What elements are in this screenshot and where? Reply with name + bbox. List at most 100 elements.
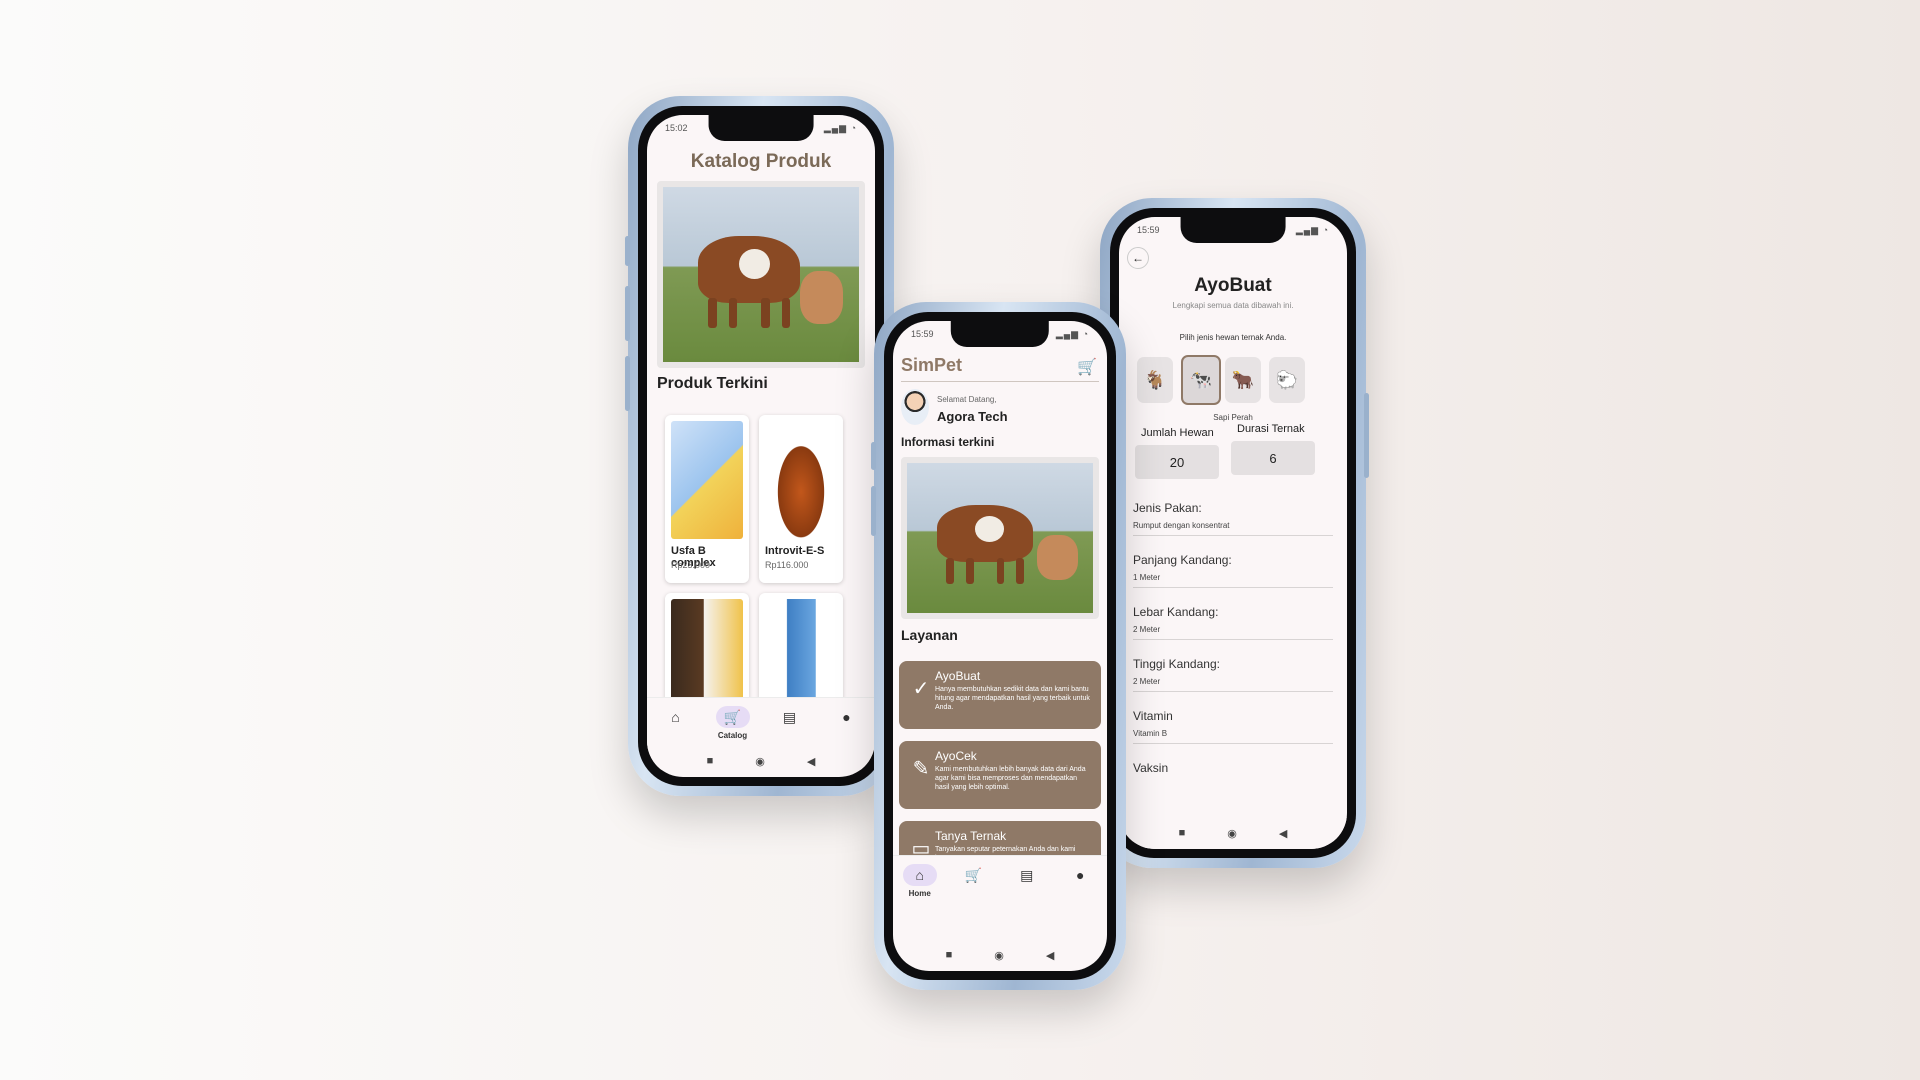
status-time: 15:59 (911, 329, 934, 339)
jumlah-hewan-input[interactable]: 20 (1135, 445, 1219, 479)
avatar (901, 389, 929, 425)
product-card[interactable] (665, 593, 749, 713)
service-desc: Hanya membutuhkan sedikit data dan kami … (935, 686, 1090, 711)
field-label: Tinggi Kandang: (1133, 657, 1220, 671)
nav-book[interactable]: ▤ (1002, 864, 1052, 886)
product-card[interactable] (759, 593, 843, 713)
durasi-label: Durasi Ternak (1237, 423, 1305, 435)
book-icon: ▤ (1020, 866, 1034, 883)
phone-catalog: 15:02 ▂▄▆ ◔ Katalog Produk Produk Terkin… (625, 96, 894, 796)
nav-home-label: Home (908, 889, 931, 898)
bezel: 15:02 ▂▄▆ ◔ Katalog Produk Produk Terkin… (638, 106, 884, 786)
cart-icon[interactable]: 🛒 (1077, 357, 1097, 377)
home-icon: ⌂ (902, 864, 937, 886)
service-card-ayobuat[interactable]: ✓ AyoBuat Hanya membutuhkan sedikit data… (899, 661, 1101, 729)
nav-home[interactable]: ⌂ (651, 706, 701, 728)
status-icons: ▂▄▆ ◔ (823, 122, 857, 133)
phone-home: 15:59 ▂▄▆ ◔ SimPet 🛒 Selamat Datang, Ago… (871, 302, 1126, 990)
nav-profile[interactable]: ● (1055, 864, 1105, 886)
nav-profile[interactable]: ● (822, 706, 872, 728)
calf-figure (800, 271, 844, 324)
service-title: Tanya Ternak (935, 829, 1007, 843)
back-arrow-icon[interactable]: ← (1127, 247, 1149, 269)
screen-catalog: 15:02 ▂▄▆ ◔ Katalog Produk Produk Terkin… (647, 115, 875, 777)
side-button (1364, 393, 1369, 478)
nav-catalog-label: Catalog (717, 731, 748, 740)
animal-option-goat[interactable]: 🐐 (1137, 357, 1173, 403)
bottom-nav: ⌂ Home 🛒 ▤ ● (893, 855, 1107, 930)
field-label: Panjang Kandang: (1133, 553, 1232, 567)
nav-catalog[interactable]: 🛒 (948, 864, 998, 886)
book-icon: ▤ (782, 708, 797, 725)
recents-icon[interactable]: ■ (707, 755, 714, 767)
product-price: Rp116.000 (765, 560, 809, 570)
notch (1180, 217, 1286, 243)
field-value[interactable]: 2 Meter (1133, 677, 1160, 686)
animal-option-cattle[interactable]: 🐂 (1225, 357, 1261, 403)
side-button (871, 442, 876, 470)
product-name: Introvit-E-S (765, 545, 825, 557)
status-time: 15:59 (1137, 225, 1160, 235)
badge-check-icon: ✓ (912, 678, 930, 700)
app-title: SimPet (901, 355, 963, 375)
services-title: Layanan (901, 627, 958, 643)
recents-icon[interactable]: ■ (946, 949, 953, 961)
product-image (765, 421, 837, 539)
system-nav: ■ ◉ ◀ (647, 745, 875, 777)
divider (1133, 535, 1333, 536)
home-circle-icon[interactable]: ◉ (755, 755, 765, 768)
page-title: Katalog Produk (690, 151, 832, 172)
nav-catalog[interactable]: 🛒 Catalog (708, 706, 758, 740)
side-button (625, 286, 630, 341)
cow-figure (698, 236, 801, 328)
field-label: Vaksin (1133, 761, 1169, 775)
info-image[interactable] (901, 457, 1099, 619)
banner-image[interactable] (657, 181, 865, 368)
product-image (671, 599, 743, 709)
cart-icon: 🛒 (715, 706, 750, 728)
durasi-ternak-input[interactable]: 6 (1231, 441, 1315, 475)
system-nav: ■ ◉ ◀ (893, 939, 1107, 971)
service-card-ayocek[interactable]: ✎ AyoCek Kami membutuhkan lebih banyak d… (899, 741, 1101, 809)
home-circle-icon[interactable]: ◉ (994, 949, 1004, 962)
phone-form: 15:59 ▂▄▆ ◔ ← AyoBuat Lengkapi semua dat… (1100, 198, 1369, 868)
screen-home: 15:59 ▂▄▆ ◔ SimPet 🛒 Selamat Datang, Ago… (893, 321, 1107, 971)
product-card[interactable]: Usfa B complex Rp23.000 (665, 415, 749, 583)
system-nav: ■ ◉ ◀ (1119, 817, 1347, 849)
jumlah-label: Jumlah Hewan (1141, 427, 1214, 439)
calf-figure (1037, 535, 1079, 580)
page-title: AyoBuat (1194, 275, 1272, 296)
service-title: AyoBuat (935, 669, 981, 683)
nav-home[interactable]: ⌂ Home (895, 864, 945, 898)
back-icon[interactable]: ◀ (807, 755, 815, 768)
bezel: 15:59 ▂▄▆ ◔ ← AyoBuat Lengkapi semua dat… (1110, 208, 1356, 858)
side-button (625, 356, 630, 411)
nav-book[interactable]: ▤ (765, 706, 815, 728)
user-name: Agora Tech (937, 409, 1008, 424)
back-icon[interactable]: ◀ (1279, 827, 1287, 840)
divider (1133, 587, 1333, 588)
edit-icon: ✎ (912, 758, 930, 780)
recents-icon[interactable]: ■ (1179, 827, 1186, 839)
person-icon: ● (1076, 867, 1085, 883)
person-icon: ● (842, 709, 851, 725)
back-icon[interactable]: ◀ (1046, 949, 1054, 962)
page-subtitle: Lengkapi semua data dibawah ini. (1172, 301, 1294, 310)
home-circle-icon[interactable]: ◉ (1227, 827, 1237, 840)
notch (708, 115, 814, 141)
header-divider (901, 381, 1099, 382)
field-value[interactable]: 2 Meter (1133, 625, 1160, 634)
animal-option-dairy-cow[interactable]: 🐄 (1181, 355, 1221, 405)
animal-option-sheep[interactable]: 🐑 (1269, 357, 1305, 403)
product-card[interactable]: Introvit-E-S Rp116.000 (759, 415, 843, 583)
divider (1133, 639, 1333, 640)
field-label: Lebar Kandang: (1133, 605, 1219, 619)
field-value[interactable]: Vitamin B (1133, 729, 1167, 738)
field-value[interactable]: 1 Meter (1133, 573, 1160, 582)
field-value[interactable]: Rumput dengan konsentrat (1133, 521, 1230, 530)
field-label: Jenis Pakan: (1133, 501, 1202, 515)
cart-icon: 🛒 (964, 866, 982, 883)
product-price: Rp23.000 (671, 560, 711, 570)
side-button (625, 236, 630, 266)
status-time: 15:02 (665, 123, 688, 133)
